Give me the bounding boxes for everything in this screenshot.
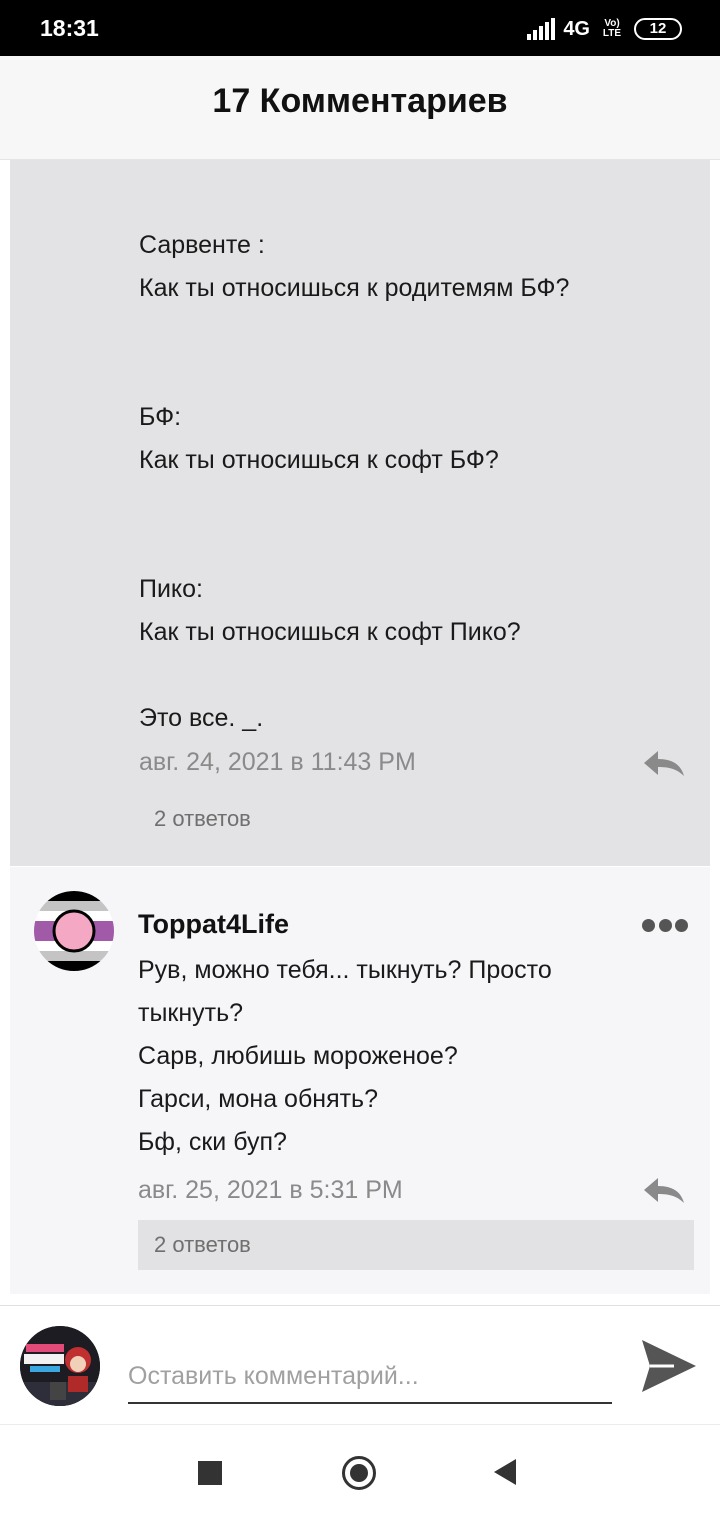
comment-line: Как ты относишься к софт БФ?: [139, 446, 499, 474]
comment-body: Сарвенте : Как ты относишься к родитемям…: [139, 224, 699, 740]
comment-line: Это все. _.: [139, 704, 264, 732]
more-options-icon[interactable]: [642, 919, 688, 933]
battery-level: 12: [649, 20, 667, 37]
comment-line: Пико:: [139, 575, 204, 603]
replies-link[interactable]: 2 ответов: [154, 806, 251, 832]
replies-button[interactable]: 2 ответов: [138, 1220, 694, 1270]
page-title: 17 Комментариев: [212, 82, 508, 120]
comment-line: Сарв, любишь мороженое?: [138, 1042, 458, 1070]
comment-timestamp: авг. 25, 2021 в 5:31 PM: [138, 1176, 403, 1204]
comment-username[interactable]: Toppat4Life: [138, 909, 289, 940]
recents-button[interactable]: [198, 1461, 222, 1485]
signal-icon: [527, 18, 556, 40]
status-time: 18:31: [40, 15, 99, 41]
replies-label: 2 ответов: [154, 1232, 251, 1257]
send-icon[interactable]: [640, 1338, 698, 1394]
comment-line: Как ты относишься к родитемям БФ?: [139, 274, 570, 302]
comment-card: Toppat4Life Рув, можно тебя... тыкнуть? …: [10, 867, 710, 1294]
system-nav-bar: [0, 1425, 720, 1520]
comment-list[interactable]: Сарвенте : Как ты относишься к родитемям…: [0, 160, 720, 1305]
avatar-image: [34, 891, 114, 971]
back-button[interactable]: [494, 1459, 516, 1485]
avatar[interactable]: [34, 891, 114, 971]
my-avatar: [20, 1326, 100, 1406]
home-button[interactable]: [342, 1456, 376, 1490]
reply-icon[interactable]: [642, 1176, 686, 1206]
comment-line: БФ:: [139, 403, 182, 431]
comment-line: тыкнуть?: [138, 999, 244, 1027]
comment-line: Рув, можно тебя... тыкнуть? Просто: [138, 956, 552, 984]
battery-icon: 12: [634, 18, 682, 40]
comment-line: Сарвенте :: [139, 231, 265, 259]
status-icons: 4G Vo) LTE 12: [527, 15, 682, 43]
avatar-image: [20, 1326, 100, 1406]
comment-timestamp: авг. 24, 2021 в 11:43 PM: [139, 748, 416, 776]
comment-line: Бф, ски буп?: [138, 1128, 287, 1156]
status-bar: 18:31 4G Vo) LTE 12: [0, 0, 720, 56]
comments-header: 17 Комментариев: [0, 56, 720, 160]
reply-icon[interactable]: [642, 749, 686, 779]
network-type: 4G: [563, 17, 590, 40]
comment-line: Гарси, мона обнять?: [138, 1085, 378, 1113]
comment-card: Сарвенте : Как ты относишься к родитемям…: [10, 160, 710, 866]
comment-body: Рув, можно тебя... тыкнуть? Просто тыкну…: [138, 949, 678, 1164]
volte-icon: Vo) LTE: [602, 18, 622, 39]
comment-line: Как ты относишься к софт Пико?: [139, 618, 521, 646]
comment-composer: [0, 1305, 720, 1425]
comment-input[interactable]: [128, 1332, 612, 1404]
